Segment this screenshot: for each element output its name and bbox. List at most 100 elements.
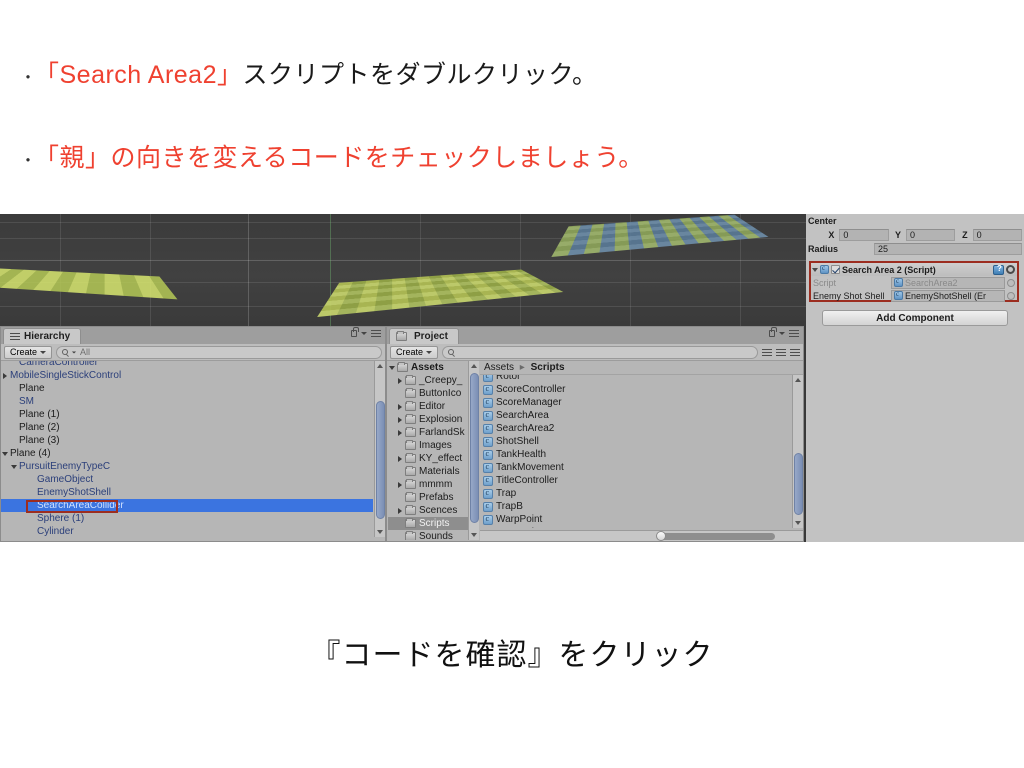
- hierarchy-scrollbar[interactable]: [374, 361, 385, 537]
- center-y-input[interactable]: 0: [905, 229, 956, 241]
- favorites-star-icon[interactable]: [790, 348, 800, 356]
- asset-item-trapb[interactable]: TrapB: [480, 500, 791, 513]
- project-folder-sounds[interactable]: Sounds: [388, 530, 468, 540]
- asset-item-scoremanager[interactable]: ScoreManager: [480, 396, 791, 409]
- component-enabled-checkbox[interactable]: [831, 265, 840, 274]
- project-search-input[interactable]: [442, 345, 758, 359]
- scroll-down-icon[interactable]: [795, 521, 801, 525]
- project-folder-scrollbar[interactable]: [468, 361, 479, 540]
- script-object-picker[interactable]: [1007, 278, 1015, 287]
- project-zoom-slider[interactable]: [480, 530, 803, 541]
- chevron-right-icon[interactable]: [398, 416, 402, 423]
- hierarchy-list[interactable]: CameraController MobileSingleStickControl…: [1, 361, 373, 537]
- breadcrumb-root[interactable]: Assets: [484, 362, 514, 373]
- scroll-up-icon[interactable]: [377, 364, 383, 368]
- hierarchy-item-searchareacollider[interactable]: SearchAreaCollider: [1, 499, 373, 512]
- asset-item-titlecontroller[interactable]: TitleController: [480, 474, 791, 487]
- chevron-right-icon[interactable]: [398, 507, 402, 514]
- panel-menu-icon[interactable]: [371, 330, 381, 337]
- project-folder-explosion[interactable]: Explosion: [388, 413, 468, 426]
- asset-item-scorecontroller[interactable]: ScoreController: [480, 383, 791, 396]
- hierarchy-create-button[interactable]: Create: [4, 345, 53, 359]
- scene-view[interactable]: [0, 214, 806, 326]
- chevron-down-icon[interactable]: [361, 332, 367, 335]
- project-folder-materials[interactable]: Materials: [388, 465, 468, 478]
- filter-by-type-icon[interactable]: [762, 348, 772, 356]
- project-folder-editor[interactable]: Editor: [388, 400, 468, 413]
- scroll-up-icon[interactable]: [795, 378, 801, 382]
- scroll-down-icon[interactable]: [377, 530, 383, 534]
- asset-item-searcharea2[interactable]: SearchArea2: [480, 422, 791, 435]
- project-asset-scroll-thumb[interactable]: [794, 453, 803, 515]
- asset-item-shotshell[interactable]: ShotShell: [480, 435, 791, 448]
- project-folder-assets[interactable]: Assets: [388, 361, 468, 374]
- hierarchy-search-input[interactable]: All: [56, 345, 382, 359]
- asset-item-rotor[interactable]: Rotor: [480, 375, 791, 383]
- add-component-button[interactable]: Add Component: [822, 310, 1008, 326]
- asset-item-tankhealth[interactable]: TankHealth: [480, 448, 791, 461]
- chevron-down-icon[interactable]: [2, 451, 8, 456]
- hierarchy-item-sphere-1[interactable]: Sphere (1): [1, 512, 373, 525]
- center-x-input[interactable]: 0: [839, 229, 889, 241]
- scroll-up-icon[interactable]: [471, 364, 477, 368]
- project-folder-prefabs[interactable]: Prefabs: [388, 491, 468, 504]
- asset-item-trap[interactable]: Trap: [480, 487, 791, 500]
- project-folder-tree[interactable]: Assets _Creepy_ ButtonIco Editor Explosion Fa…: [388, 361, 468, 540]
- filter-by-label-icon[interactable]: [776, 348, 786, 356]
- lock-icon[interactable]: [351, 327, 359, 337]
- hierarchy-item-sm[interactable]: SM: [1, 395, 373, 408]
- hierarchy-item-cylinder[interactable]: Cylinder: [1, 525, 373, 537]
- chevron-down-icon[interactable]: [812, 267, 818, 272]
- asset-item-warppoint[interactable]: WarpPoint: [480, 513, 791, 526]
- hierarchy-item-plane-2[interactable]: Plane (2): [1, 421, 373, 434]
- chevron-right-icon[interactable]: [3, 372, 7, 379]
- hierarchy-item-plane-3[interactable]: Plane (3): [1, 434, 373, 447]
- zoom-slider-knob[interactable]: [656, 531, 666, 541]
- chevron-down-icon[interactable]: [779, 332, 785, 335]
- hierarchy-item-plane[interactable]: Plane: [1, 382, 373, 395]
- asset-item-tankmovement[interactable]: TankMovement: [480, 461, 791, 474]
- project-folder-buttonico[interactable]: ButtonIco: [388, 387, 468, 400]
- hierarchy-scroll-thumb[interactable]: [376, 401, 385, 519]
- hierarchy-item-cameracontroller[interactable]: CameraController: [1, 361, 373, 369]
- gear-icon[interactable]: [1006, 265, 1015, 274]
- lock-icon[interactable]: [769, 327, 777, 337]
- project-folder-scripts[interactable]: Scripts: [388, 517, 468, 530]
- chevron-right-icon[interactable]: [398, 481, 402, 488]
- hierarchy-item-enemyshotshell[interactable]: EnemyShotShell: [1, 486, 373, 499]
- hierarchy-item-mobilesinglestickcontrol[interactable]: MobileSingleStickControl: [1, 369, 373, 382]
- hierarchy-item-plane-4[interactable]: Plane (4): [1, 447, 373, 460]
- help-icon[interactable]: [993, 264, 1004, 275]
- chevron-right-icon[interactable]: [398, 455, 402, 462]
- hierarchy-item-pursuitenemytypec[interactable]: PursuitEnemyTypeC: [1, 460, 373, 473]
- hierarchy-item-plane-1[interactable]: Plane (1): [1, 408, 373, 421]
- scroll-down-icon[interactable]: [471, 533, 477, 537]
- center-z-input[interactable]: 0: [972, 229, 1022, 241]
- radius-input[interactable]: 25: [874, 243, 1022, 255]
- chevron-right-icon[interactable]: [398, 403, 402, 410]
- project-folder-mmmm[interactable]: mmmm: [388, 478, 468, 491]
- component-header[interactable]: Search Area 2 (Script): [811, 263, 1017, 276]
- project-folder-scroll-thumb[interactable]: [470, 373, 479, 523]
- project-asset-scrollbar[interactable]: [792, 375, 803, 528]
- chevron-right-icon[interactable]: [398, 429, 402, 436]
- tab-hierarchy[interactable]: Hierarchy: [3, 328, 82, 344]
- chevron-down-icon[interactable]: [11, 464, 17, 469]
- asset-item-warppointproto1[interactable]: WarpPointProto1: [480, 526, 791, 528]
- enemy-shot-shell-object-picker[interactable]: [1007, 291, 1015, 300]
- script-property-field[interactable]: SearchArea2: [891, 276, 1005, 289]
- panel-menu-icon[interactable]: [789, 330, 799, 337]
- hierarchy-item-gameobject[interactable]: GameObject: [1, 473, 373, 486]
- project-folder-images[interactable]: Images: [388, 439, 468, 452]
- asset-item-searcharea[interactable]: SearchArea: [480, 409, 791, 422]
- project-folder-farlandsk[interactable]: FarlandSk: [388, 426, 468, 439]
- project-create-button[interactable]: Create: [390, 345, 439, 359]
- chevron-right-icon[interactable]: [398, 377, 402, 384]
- chevron-down-icon[interactable]: [389, 365, 395, 370]
- project-folder-creepy[interactable]: _Creepy_: [388, 374, 468, 387]
- project-folder-scences[interactable]: Scences: [388, 504, 468, 517]
- tab-project[interactable]: Project: [389, 328, 459, 344]
- enemy-shot-shell-field[interactable]: EnemyShotShell (Er: [891, 289, 1005, 302]
- project-asset-list[interactable]: Rotor ScoreController ScoreManager SearchAr…: [480, 375, 791, 528]
- project-folder-ky-effect[interactable]: KY_effect: [388, 452, 468, 465]
